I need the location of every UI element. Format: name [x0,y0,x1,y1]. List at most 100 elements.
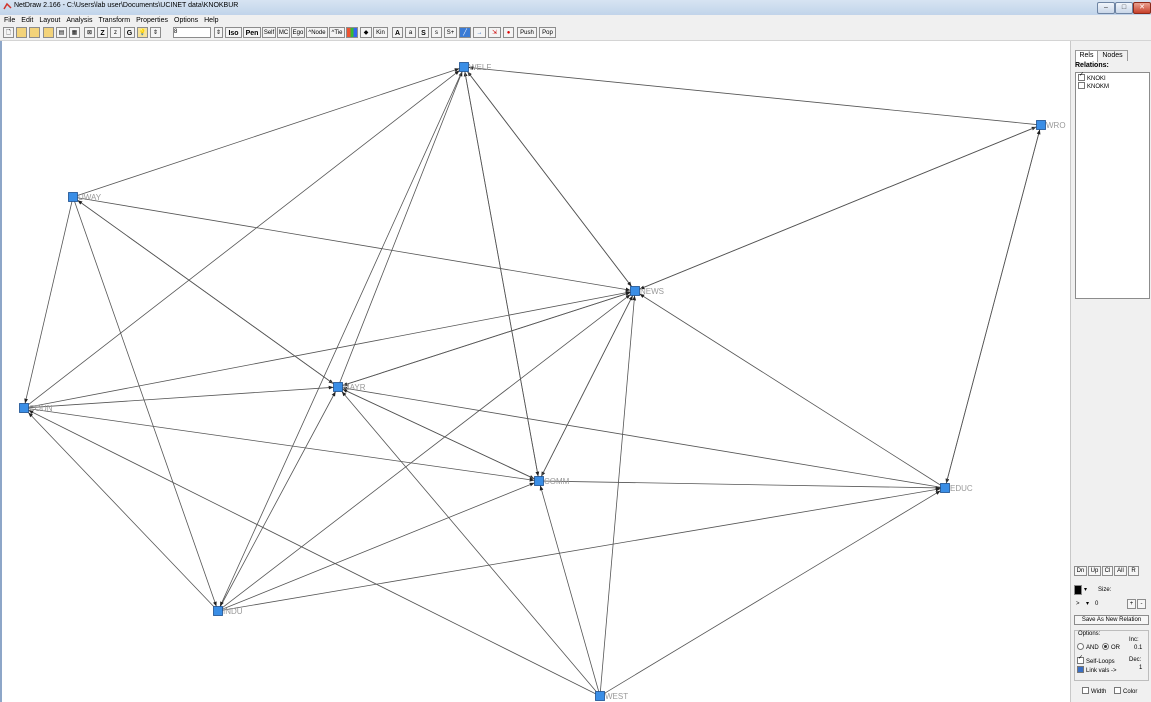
relation-item-knokm[interactable]: KNOKM [1078,82,1109,91]
edge-west-mayr[interactable] [341,391,597,692]
edge-indu-coun[interactable] [28,412,214,607]
checkbox-icon[interactable] [1078,82,1085,89]
network-canvas[interactable]: WELF WRO UWAY NEWS MAYR COUN COMM EDUC INDU WEST [0,41,1070,702]
down-button[interactable]: Dn [1074,566,1087,576]
shape-icon[interactable]: ◆ [360,27,372,38]
menu-help[interactable]: Help [201,15,221,26]
graph-button[interactable]: G [124,27,135,38]
edge-indu-comm[interactable] [222,482,535,610]
node-west[interactable] [595,691,605,701]
edge-west-coun[interactable] [28,409,596,695]
edge-comm-news[interactable] [540,295,634,477]
size-plus-button[interactable]: S+ [444,27,457,38]
increase-button[interactable]: + [1127,599,1136,609]
line-thickness-icon[interactable]: ╱ [459,27,471,38]
edge-west-news[interactable] [599,295,637,692]
pen-button[interactable]: Pen [243,27,261,38]
edge-coun-welf[interactable] [28,70,460,405]
edge-welf-news[interactable] [467,71,632,287]
node-label-uway[interactable]: UWAY [78,193,102,202]
node-filter-button[interactable]: ^Node [306,27,328,38]
edge-coun-news[interactable] [28,290,631,408]
arrow-size-icon[interactable]: ⇲ [488,27,501,38]
ego-button[interactable]: Ego [291,27,305,38]
edge-coun-comm[interactable] [28,408,535,482]
edge-welf-indu[interactable] [219,71,463,607]
node-label-welf[interactable]: WELF [469,63,491,72]
node-uway[interactable] [68,192,78,202]
open-data-icon[interactable] [29,27,40,38]
edge-comm-educ[interactable] [543,480,941,490]
network-graph[interactable]: WELF WRO UWAY NEWS MAYR COUN COMM EDUC INDU WEST [2,41,1070,702]
node-mayr[interactable] [333,382,343,392]
color-swatch[interactable] [1074,585,1082,595]
mc-button[interactable]: MC [277,27,290,38]
save-as-new-relation-button[interactable]: Save As New Relation [1074,615,1149,625]
tie-filter-button[interactable]: ^Tie [329,27,345,38]
all-button[interactable]: All [1114,566,1127,576]
link-vals-checkbox[interactable]: Link vals -> [1077,666,1117,675]
new-file-icon[interactable]: 🗋 [3,27,14,38]
pop-button[interactable]: Pop [539,27,556,38]
node-welf[interactable] [459,62,469,72]
open-attributes-icon[interactable] [43,27,54,38]
node-label-comm[interactable]: COMM [544,477,570,486]
node-label-educ[interactable]: EDUC [950,484,973,493]
radio-icon[interactable] [1077,643,1084,650]
node-coun[interactable] [19,403,29,413]
up-button[interactable]: Up [1088,566,1101,576]
edge-wro-news[interactable] [639,126,1037,290]
open-folder-icon[interactable] [16,27,27,38]
edge-indu-mayr[interactable] [220,391,336,607]
node-comm[interactable] [534,476,544,486]
and-radio[interactable]: AND [1077,643,1099,652]
edge-uway-indu[interactable] [74,201,217,607]
edge-educ-mayr[interactable] [342,386,941,488]
edge-uway-welf[interactable] [77,68,460,196]
zoom-fit-icon[interactable]: ⊠ [84,27,95,38]
checkbox-icon[interactable] [1077,655,1084,664]
menu-properties[interactable]: Properties [133,15,171,26]
tab-rels[interactable]: Rels [1075,50,1098,62]
kin-button[interactable]: Kin [373,27,388,38]
tab-nodes[interactable]: Nodes [1097,50,1128,61]
operator-dropdown-icon[interactable]: ▾ [1086,600,1089,608]
radio-icon[interactable] [1102,643,1109,650]
menu-transform[interactable]: Transform [95,15,133,26]
zoom-out-button[interactable]: z [110,27,121,38]
spin-icon[interactable]: ⇕ [150,27,161,38]
spin-value-input[interactable]: 8 [173,27,211,38]
minimize-button[interactable]: – [1097,2,1115,14]
node-label-wro[interactable]: WRO [1046,121,1066,130]
self-loop-button[interactable]: Self [262,27,276,38]
menu-layout[interactable]: Layout [36,15,63,26]
node-size-down-button[interactable]: s [431,27,442,38]
node-wro[interactable] [1036,120,1046,130]
edge-educ-wro[interactable] [945,129,1041,484]
color-checkbox[interactable]: Color [1114,687,1137,696]
lightbulb-icon[interactable]: 💡 [137,27,148,38]
dec-value[interactable]: 1 [1139,664,1142,672]
or-radio[interactable]: OR [1102,643,1120,652]
label-size-up-button[interactable]: A [392,27,403,38]
push-button[interactable]: Push [517,27,537,38]
operator-select[interactable]: > [1076,600,1080,608]
node-label-west[interactable]: WEST [605,692,628,701]
edge-educ-news[interactable] [639,293,941,486]
node-label-mayr[interactable]: MAYR [343,383,366,392]
node-label-coun[interactable]: COUN [29,404,53,413]
edge-indu-news[interactable] [222,294,631,608]
checkbox-icon[interactable] [1114,687,1121,694]
edge-wro-welf[interactable] [468,66,1037,125]
edge-uway-coun[interactable] [24,201,73,404]
width-checkbox[interactable]: Width [1082,687,1106,696]
value-field[interactable]: 0 [1095,600,1098,608]
edge-coun-mayr[interactable] [28,385,334,409]
node-label-indu[interactable]: INDU [223,607,243,616]
menu-analysis[interactable]: Analysis [63,15,95,26]
edge-indu-educ[interactable] [222,487,941,611]
save-icon[interactable]: ▤ [56,27,67,38]
node-educ[interactable] [940,483,950,493]
stepper-icon[interactable]: ⇕ [214,27,223,38]
node-label-news[interactable]: NEWS [640,287,664,296]
